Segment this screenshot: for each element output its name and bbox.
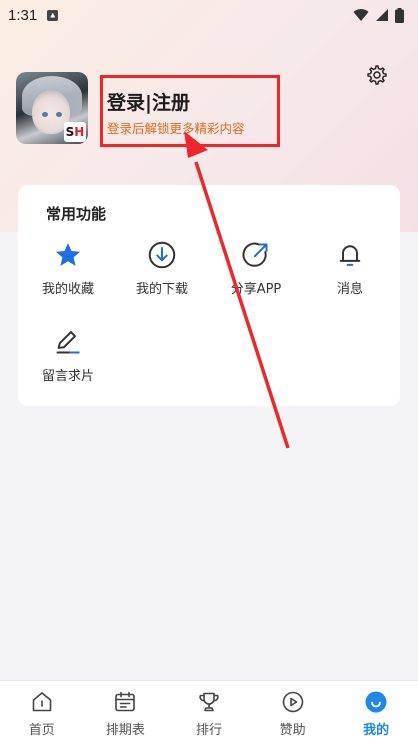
share-icon (241, 240, 271, 270)
feature-share-app-label: 分享APP (230, 282, 282, 297)
feature-messages-label: 消息 (336, 282, 363, 297)
avatar-eye-left (42, 112, 48, 117)
tab-sponsor[interactable]: 赞助 (251, 681, 335, 744)
login-register-title[interactable]: 登录|注册 (107, 88, 190, 115)
tab-mine-label: 我的 (363, 723, 390, 738)
avatar-badge-h: H (74, 125, 85, 139)
battery-icon (395, 7, 404, 23)
login-register-highlight[interactable]: 登录|注册 登录后解锁更多精彩内容 (100, 75, 280, 147)
edit-icon (53, 327, 83, 357)
feature-request-movie[interactable]: 留言求片 (22, 327, 114, 393)
home-icon (29, 689, 55, 715)
status-bar: 1:31 (0, 0, 418, 30)
trophy-icon (196, 689, 222, 715)
feature-downloads[interactable]: 我的下载 (116, 240, 208, 306)
common-features-title: 常用功能 (46, 205, 107, 223)
settings-button[interactable] (365, 63, 389, 87)
status-indicators (353, 7, 404, 23)
star-icon (53, 240, 83, 270)
feature-messages[interactable]: 消息 (304, 240, 396, 306)
tab-ranking[interactable]: 排行 (167, 681, 251, 744)
tab-sponsor-label: 赞助 (279, 723, 306, 738)
tab-mine[interactable]: 我的 (334, 681, 418, 744)
download-icon (147, 240, 177, 270)
avatar[interactable]: SH (16, 72, 88, 144)
feature-favorites[interactable]: 我的收藏 (22, 240, 114, 306)
avatar-badge-s: S (65, 125, 75, 139)
play-circle-icon (280, 689, 306, 715)
signal-icon (376, 9, 388, 21)
bell-icon (335, 240, 365, 270)
feature-downloads-label: 我的下载 (135, 282, 188, 297)
wifi-icon (353, 9, 369, 21)
feature-favorites-label: 我的收藏 (41, 282, 94, 297)
bottom-tab-bar: 首页 排期表 排行 赞助 我的 (0, 680, 418, 744)
profile-smile-icon (363, 689, 389, 715)
tab-schedule-label: 排期表 (105, 723, 145, 738)
login-subtitle: 登录后解锁更多精彩内容 (107, 121, 245, 136)
gear-icon (367, 65, 387, 85)
avatar-badge: SH (64, 122, 86, 142)
calendar-icon (112, 689, 138, 715)
feature-share-app[interactable]: 分享APP (210, 240, 302, 306)
tab-schedule[interactable]: 排期表 (84, 681, 168, 744)
notification-app-icon (47, 9, 59, 21)
common-features-card: 常用功能 我的收藏 我的下载 分享APP 消息 留言求片 (18, 185, 400, 406)
tab-home[interactable]: 首页 (0, 681, 84, 744)
tab-home-label: 首页 (28, 723, 55, 738)
status-time: 1:31 (8, 6, 38, 24)
tab-ranking-label: 排行 (195, 723, 222, 738)
avatar-eye-right (56, 112, 62, 117)
feature-request-movie-label: 留言求片 (41, 369, 94, 384)
